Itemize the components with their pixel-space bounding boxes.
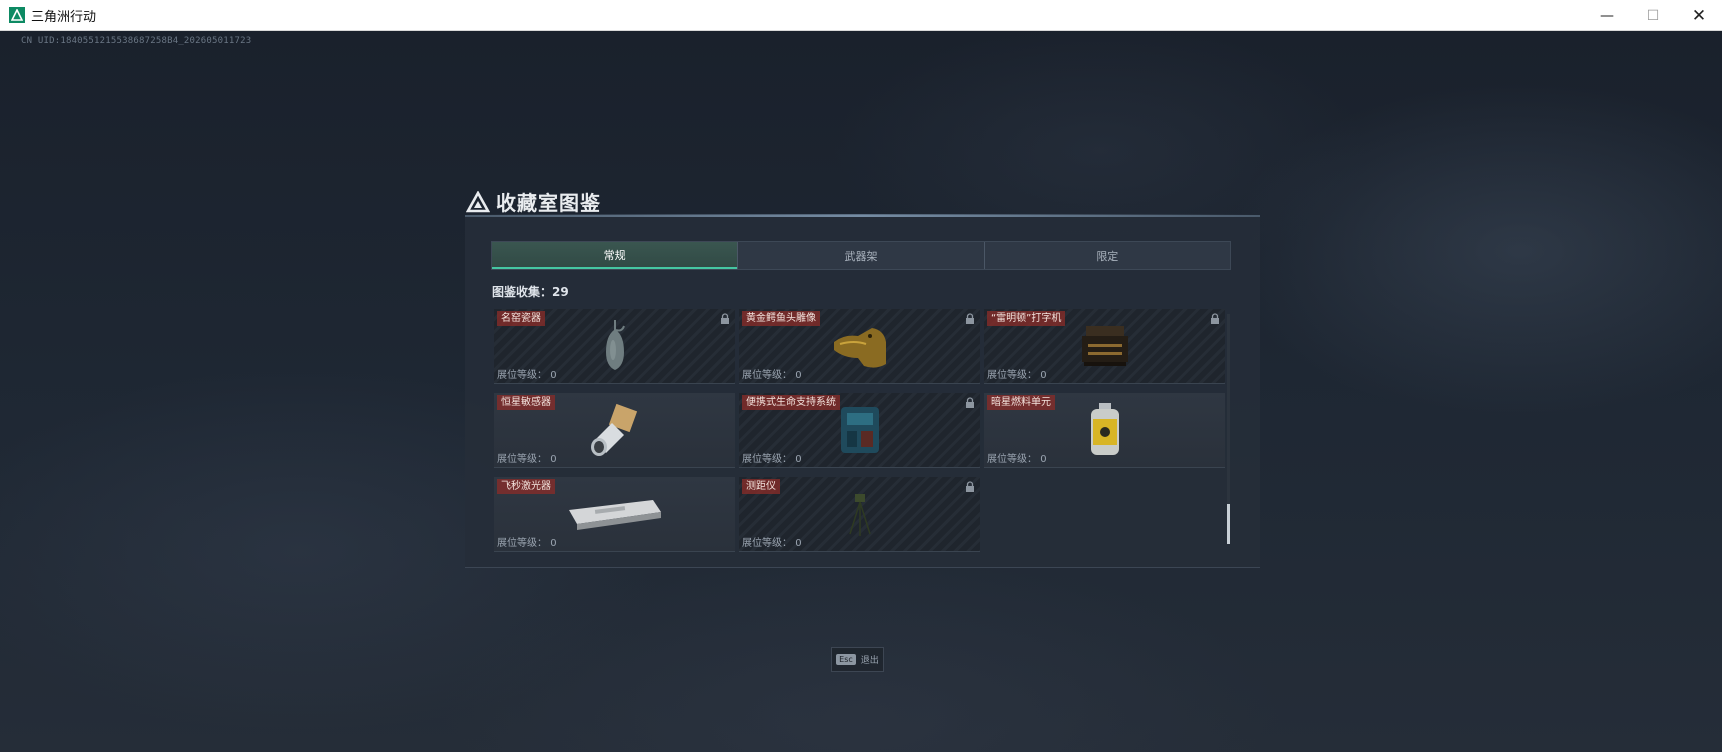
item-grid: 名窑瓷器 展位等级： 0 黄金鳄鱼头雕像 展位等级： 0 “雷明顿”打字机 展位… [494, 309, 1234, 552]
item-card-porcelain[interactable]: 名窑瓷器 展位等级： 0 [494, 309, 735, 384]
item-level: 展位等级： 0 [497, 366, 557, 381]
game-viewport: CN UID:1840551215538687258B4_20260501172… [0, 31, 1722, 752]
uid-text: CN UID:1840551215538687258B4_20260501172… [21, 36, 252, 46]
item-level-label: 展位等级： [742, 454, 792, 465]
maximize-button[interactable]: ☐ [1630, 0, 1676, 31]
item-level: 展位等级： 0 [497, 534, 557, 549]
lock-icon [721, 313, 729, 324]
exit-label: 退出 [860, 656, 879, 666]
lock-icon [966, 481, 974, 492]
item-level-value: 0 [795, 370, 802, 381]
life-support-system-icon [840, 407, 879, 453]
item-name: 便携式生命支持系统 [742, 395, 840, 410]
item-level-label: 展位等级： [497, 454, 547, 465]
lock-icon [966, 397, 974, 408]
star-sensor-icon [590, 403, 637, 456]
item-level-label: 展位等级： [497, 370, 547, 381]
app-logo-icon [9, 7, 25, 23]
grid-scrollbar[interactable] [1227, 314, 1230, 544]
lock-icon [966, 313, 974, 324]
typewriter-icon [1081, 326, 1128, 366]
minimize-icon: — [1600, 7, 1614, 24]
item-name: 名窑瓷器 [497, 311, 545, 326]
item-level-label: 展位等级： [987, 454, 1037, 465]
item-level-label: 展位等级： [742, 370, 792, 381]
tab-regular[interactable]: 常规 [492, 242, 738, 269]
delta-logo-icon [466, 190, 490, 212]
item-name: 测距仪 [742, 479, 780, 494]
item-level-value: 0 [550, 370, 557, 381]
item-name: 恒星敏感器 [497, 395, 555, 410]
porcelain-vase-icon [605, 320, 625, 370]
item-name: “雷明顿”打字机 [987, 311, 1066, 326]
item-level: 展位等级： 0 [497, 450, 557, 465]
maximize-icon: ☐ [1646, 7, 1660, 24]
rangefinder-tripod-icon [848, 494, 871, 536]
item-level-value: 0 [795, 454, 802, 465]
item-card-rangefinder[interactable]: 测距仪 展位等级： 0 [739, 477, 980, 552]
item-level-value: 0 [795, 538, 802, 549]
collection-count-value: 29 [552, 285, 569, 299]
esc-key-icon: Esc [836, 654, 856, 665]
item-level: 展位等级： 0 [742, 366, 802, 381]
femtosecond-laser-icon [568, 500, 661, 530]
tab-limited[interactable]: 限定 [983, 242, 1230, 269]
item-name: 飞秒激光器 [497, 479, 555, 494]
tab-weapon-rack[interactable]: 武器架 [737, 242, 983, 269]
item-card-femtosecond-laser[interactable]: 飞秒激光器 展位等级： 0 [494, 477, 735, 552]
tab-regular-label: 常规 [603, 248, 626, 262]
item-card-gold-crocodile[interactable]: 黄金鳄鱼头雕像 展位等级： 0 [739, 309, 980, 384]
gold-crocodile-head-icon [833, 328, 886, 368]
scrollbar-thumb[interactable] [1227, 504, 1230, 544]
item-level: 展位等级： 0 [742, 534, 802, 549]
item-level-value: 0 [550, 538, 557, 549]
window-titlebar: 三角洲行动 — ☐ ✕ [0, 0, 1722, 31]
collection-panel: 常规 武器架 限定 图鉴收集：29 名窑瓷器 展位等级： 0 黄金鳄鱼头雕像 展… [465, 214, 1260, 568]
panel-top-glow [465, 214, 1260, 217]
collection-count-label: 图鉴收集： [492, 285, 553, 299]
fuel-cell-icon [1090, 403, 1119, 455]
window-title: 三角洲行动 [31, 9, 97, 25]
item-level: 展位等级： 0 [742, 450, 802, 465]
close-icon: ✕ [1691, 5, 1707, 26]
item-level-value: 0 [1040, 370, 1047, 381]
item-name: 暗星燃料单元 [987, 395, 1055, 410]
item-name: 黄金鳄鱼头雕像 [742, 311, 820, 326]
item-level-label: 展位等级： [742, 538, 792, 549]
item-level-label: 展位等级： [497, 538, 547, 549]
item-level: 展位等级： 0 [987, 450, 1047, 465]
item-card-life-support[interactable]: 便携式生命支持系统 展位等级： 0 [739, 393, 980, 468]
tab-weapon-rack-label: 武器架 [844, 249, 878, 263]
tab-limited-label: 限定 [1096, 249, 1119, 263]
item-level-label: 展位等级： [987, 370, 1037, 381]
panel-heading: 收藏室图鉴 [466, 187, 601, 216]
minimize-button[interactable]: — [1584, 0, 1630, 31]
close-button[interactable]: ✕ [1676, 0, 1722, 31]
item-card-typewriter[interactable]: “雷明顿”打字机 展位等级： 0 [984, 309, 1225, 384]
category-tabs: 常规 武器架 限定 [491, 241, 1231, 270]
item-level: 展位等级： 0 [987, 366, 1047, 381]
item-level-value: 0 [550, 454, 557, 465]
lock-icon [1211, 313, 1219, 324]
item-level-value: 0 [1040, 454, 1047, 465]
collection-count: 图鉴收集：29 [492, 283, 569, 300]
exit-button[interactable]: Esc 退出 [831, 647, 884, 672]
item-card-fuel-cell[interactable]: 暗星燃料单元 展位等级： 0 [984, 393, 1225, 468]
item-card-star-sensor[interactable]: 恒星敏感器 展位等级： 0 [494, 393, 735, 468]
panel-title: 收藏室图鉴 [496, 191, 601, 215]
